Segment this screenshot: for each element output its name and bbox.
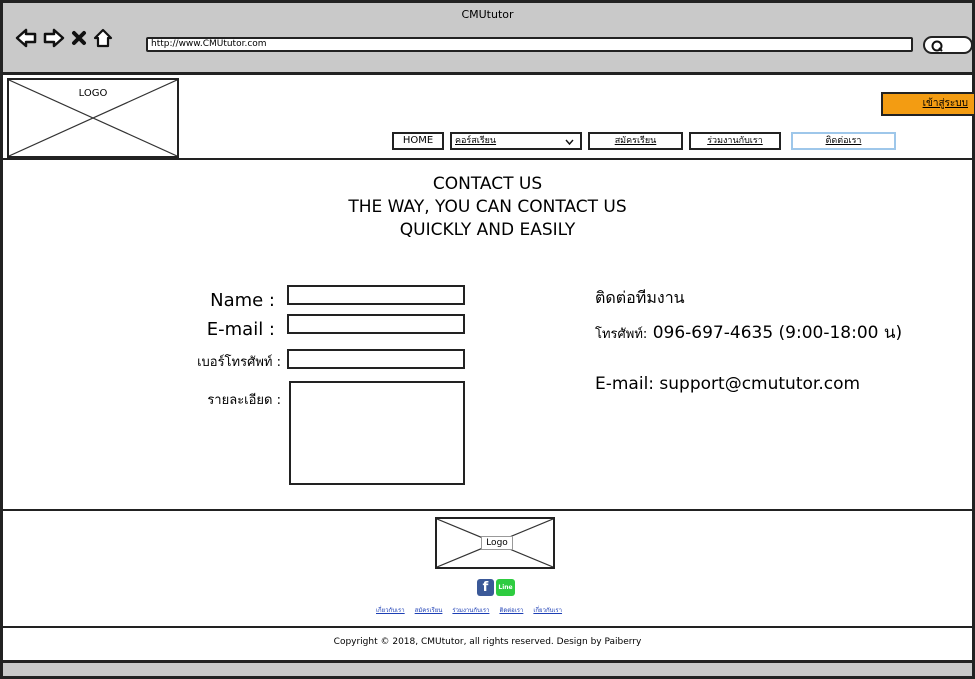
contact-team-title: ติดต่อทีมงาน	[595, 288, 685, 307]
contact-phone: โทรศัพท์: 096-697-4635 (9:00-18:00 น)	[595, 319, 902, 346]
forward-icon[interactable]	[43, 28, 65, 48]
name-field[interactable]	[287, 285, 465, 305]
footer-links: เกี่ยวกับเรา สมัครเรียน ร่วมงานกับเรา ติ…	[376, 605, 562, 615]
close-icon[interactable]	[71, 30, 87, 46]
nav-courses-label: คอร์สเรียน	[455, 136, 497, 146]
address-bar[interactable]: http://www.CMUtutor.com	[146, 37, 913, 52]
line-icon[interactable]: Line	[496, 579, 515, 596]
social-links: f Line	[477, 579, 515, 596]
footer-link[interactable]: เกี่ยวกับเรา	[533, 605, 562, 615]
home-icon[interactable]	[93, 28, 113, 48]
search-button[interactable]	[923, 36, 973, 54]
detail-textarea[interactable]	[289, 381, 465, 485]
site-logo[interactable]: LOGO	[7, 78, 179, 158]
email-field[interactable]	[287, 314, 465, 334]
site-header: LOGO เข้าสู่ระบบ HOME คอร์สเรียน สมัครเร…	[3, 75, 975, 160]
email-label: E-mail :	[206, 319, 275, 340]
copyright-text: Copyright © 2018, CMUtutor, all rights r…	[333, 637, 642, 647]
chevron-down-icon	[565, 137, 574, 151]
copyright-divider	[3, 626, 972, 628]
footer-link[interactable]: เกี่ยวกับเรา	[376, 605, 405, 615]
browser-status-bar	[3, 660, 972, 676]
phone-label: เบอร์โทรศัพท์ :	[197, 355, 281, 370]
footer-divider	[3, 509, 972, 511]
back-icon[interactable]	[15, 28, 37, 48]
facebook-icon[interactable]: f	[477, 579, 494, 596]
phone-info-label: โทรศัพท์:	[595, 327, 648, 342]
phone-info-value: 096-697-4635 (9:00-18:00 น)	[652, 323, 903, 343]
nav-contact[interactable]: ติดต่อเรา	[791, 132, 896, 150]
footer-logo-label: Logo	[481, 536, 513, 550]
phone-field[interactable]	[287, 349, 465, 369]
hero-tagline: QUICKLY AND EASILY	[399, 220, 576, 240]
logo-label: LOGO	[78, 88, 108, 99]
nav-register[interactable]: สมัครเรียน	[588, 132, 683, 150]
window-title: CMUtutor	[461, 8, 514, 21]
hero-subtitle: THE WAY, YOU CAN CONTACT US	[348, 197, 627, 217]
footer-logo[interactable]: Logo	[435, 517, 555, 569]
footer-link[interactable]: ติดต่อเรา	[499, 605, 523, 615]
browser-window: CMUtutor http://www.CMUtutor.com LOGO เข…	[0, 0, 975, 679]
browser-toolbar: CMUtutor http://www.CMUtutor.com	[3, 3, 973, 75]
nav-icons	[15, 28, 113, 48]
nav-partner[interactable]: ร่วมงานกับเรา	[689, 132, 781, 150]
contact-hero: CONTACT US THE WAY, YOU CAN CONTACT US Q…	[3, 173, 972, 242]
login-button[interactable]: เข้าสู่ระบบ	[881, 92, 975, 116]
detail-label: รายละเอียด :	[207, 393, 281, 408]
nav-courses-dropdown[interactable]: คอร์สเรียน	[450, 132, 582, 150]
nav-home[interactable]: HOME	[392, 132, 444, 150]
contact-email: E-mail: support@cmututor.com	[595, 374, 861, 394]
hero-title: CONTACT US	[432, 174, 543, 194]
footer-link[interactable]: ร่วมงานกับเรา	[452, 605, 489, 615]
footer-link[interactable]: สมัครเรียน	[415, 605, 443, 615]
name-label: Name :	[210, 290, 275, 311]
main-nav: HOME คอร์สเรียน สมัครเรียน ร่วมงานกับเรา…	[392, 132, 896, 150]
